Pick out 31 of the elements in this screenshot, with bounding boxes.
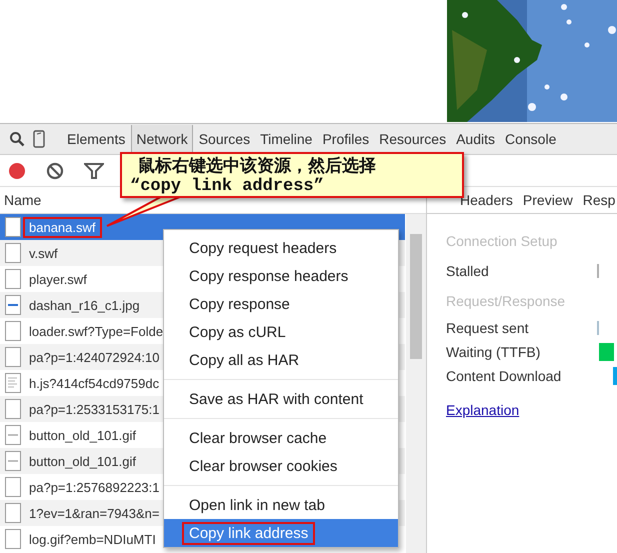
timing-label: Stalled [446,263,490,279]
menu-label: Clear browser cache [188,428,328,448]
callout-text: 鼠标右键选中该资源，然后选择 [138,155,377,177]
file-name: h.js?414cf54cd9759dc [29,376,160,390]
menu-label: Copy all as HAR [188,350,300,370]
file-name: banana.swf [23,216,102,238]
section-heading: Request/Response [446,292,566,311]
file-name: button_old_101.gif [29,428,136,442]
file-name: loader.swf?Type=Folde [29,324,164,338]
callout-text: “copy link address” [130,177,325,196]
file-name: pa?p=1:2533153175:1 [29,402,160,416]
menu-label: Copy as cURL [188,322,287,342]
menu-label: Save as HAR with content [188,390,364,410]
menu-label: Clear browser cookies [188,456,338,476]
menu-label: Copy request headers [188,238,338,258]
menu-label: Open link in new tab [188,496,326,516]
file-name: v.swf [29,246,58,260]
menu-label: Copy link address [182,522,316,544]
menu-label: Copy response headers [188,266,350,286]
section-heading: Connection Setup [446,232,558,251]
file-name: log.gif?emb=NDIuMTI [29,532,156,546]
file-name: dashan_r16_c1.jpg [29,298,140,312]
file-name: pa?p=1:2576892223:1 [29,480,160,494]
file-name: button_old_101.gif [29,454,136,468]
timing-label: Request sent [446,320,530,336]
timing-label: Content Download [446,368,562,384]
menu-label: Copy response [188,294,291,314]
timing-label: Waiting (TTFB) [446,344,542,360]
file-name: 1?ev=1&ran=7943&n= [29,506,160,520]
file-name: pa?p=1:424072924:10 [29,350,160,364]
file-name: player.swf [29,272,87,286]
